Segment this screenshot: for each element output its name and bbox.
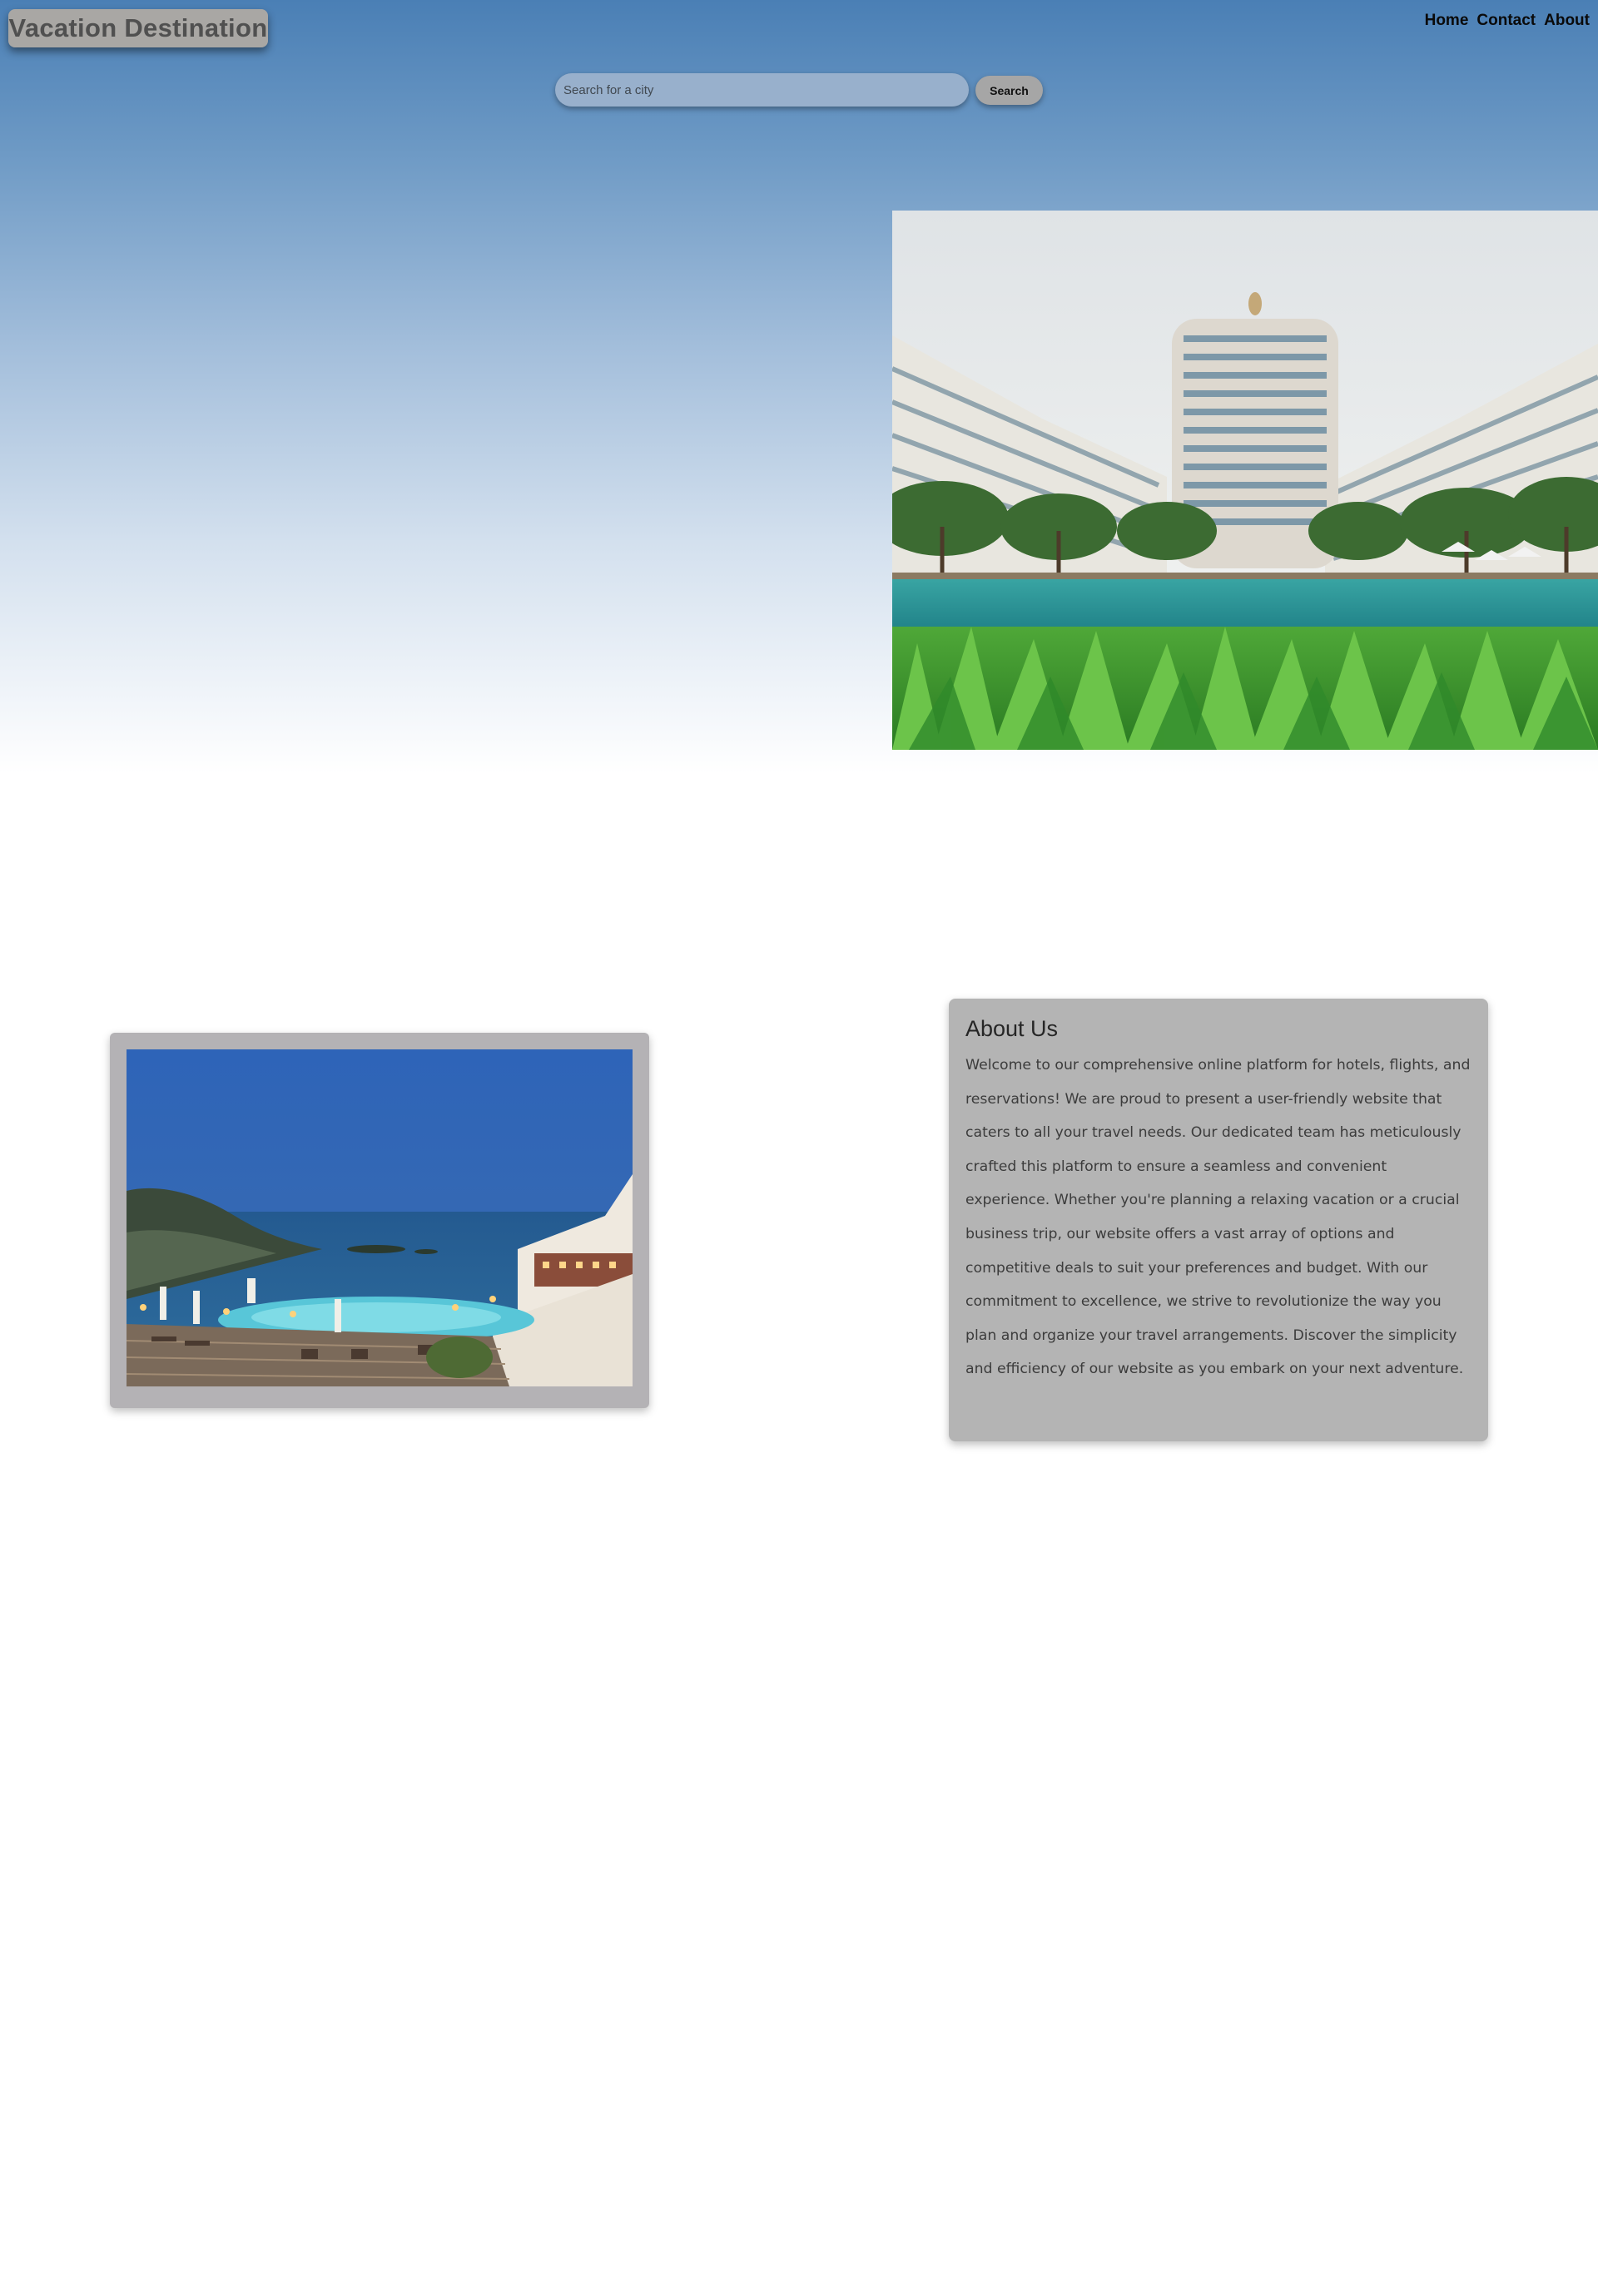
nav-link-home[interactable]: Home: [1425, 11, 1469, 31]
site-logo[interactable]: Vacation Destination: [8, 9, 268, 47]
about-us-body: Welcome to our comprehensive online plat…: [965, 1057, 1471, 1378]
seaside-resort-image: [127, 1049, 633, 1386]
nav-link-contact[interactable]: Contact: [1476, 11, 1536, 31]
nav-link-about[interactable]: About: [1544, 11, 1590, 31]
feature-photo-card: [110, 1033, 649, 1408]
about-us-card: About Us Welcome to our comprehensive on…: [949, 999, 1488, 1441]
top-nav: Home Contact About: [1425, 11, 1590, 31]
city-search-input[interactable]: [555, 73, 969, 107]
about-us-title: About Us: [965, 1016, 1059, 1041]
search-button[interactable]: Search: [975, 76, 1043, 105]
hero-resort-image: [892, 211, 1598, 750]
